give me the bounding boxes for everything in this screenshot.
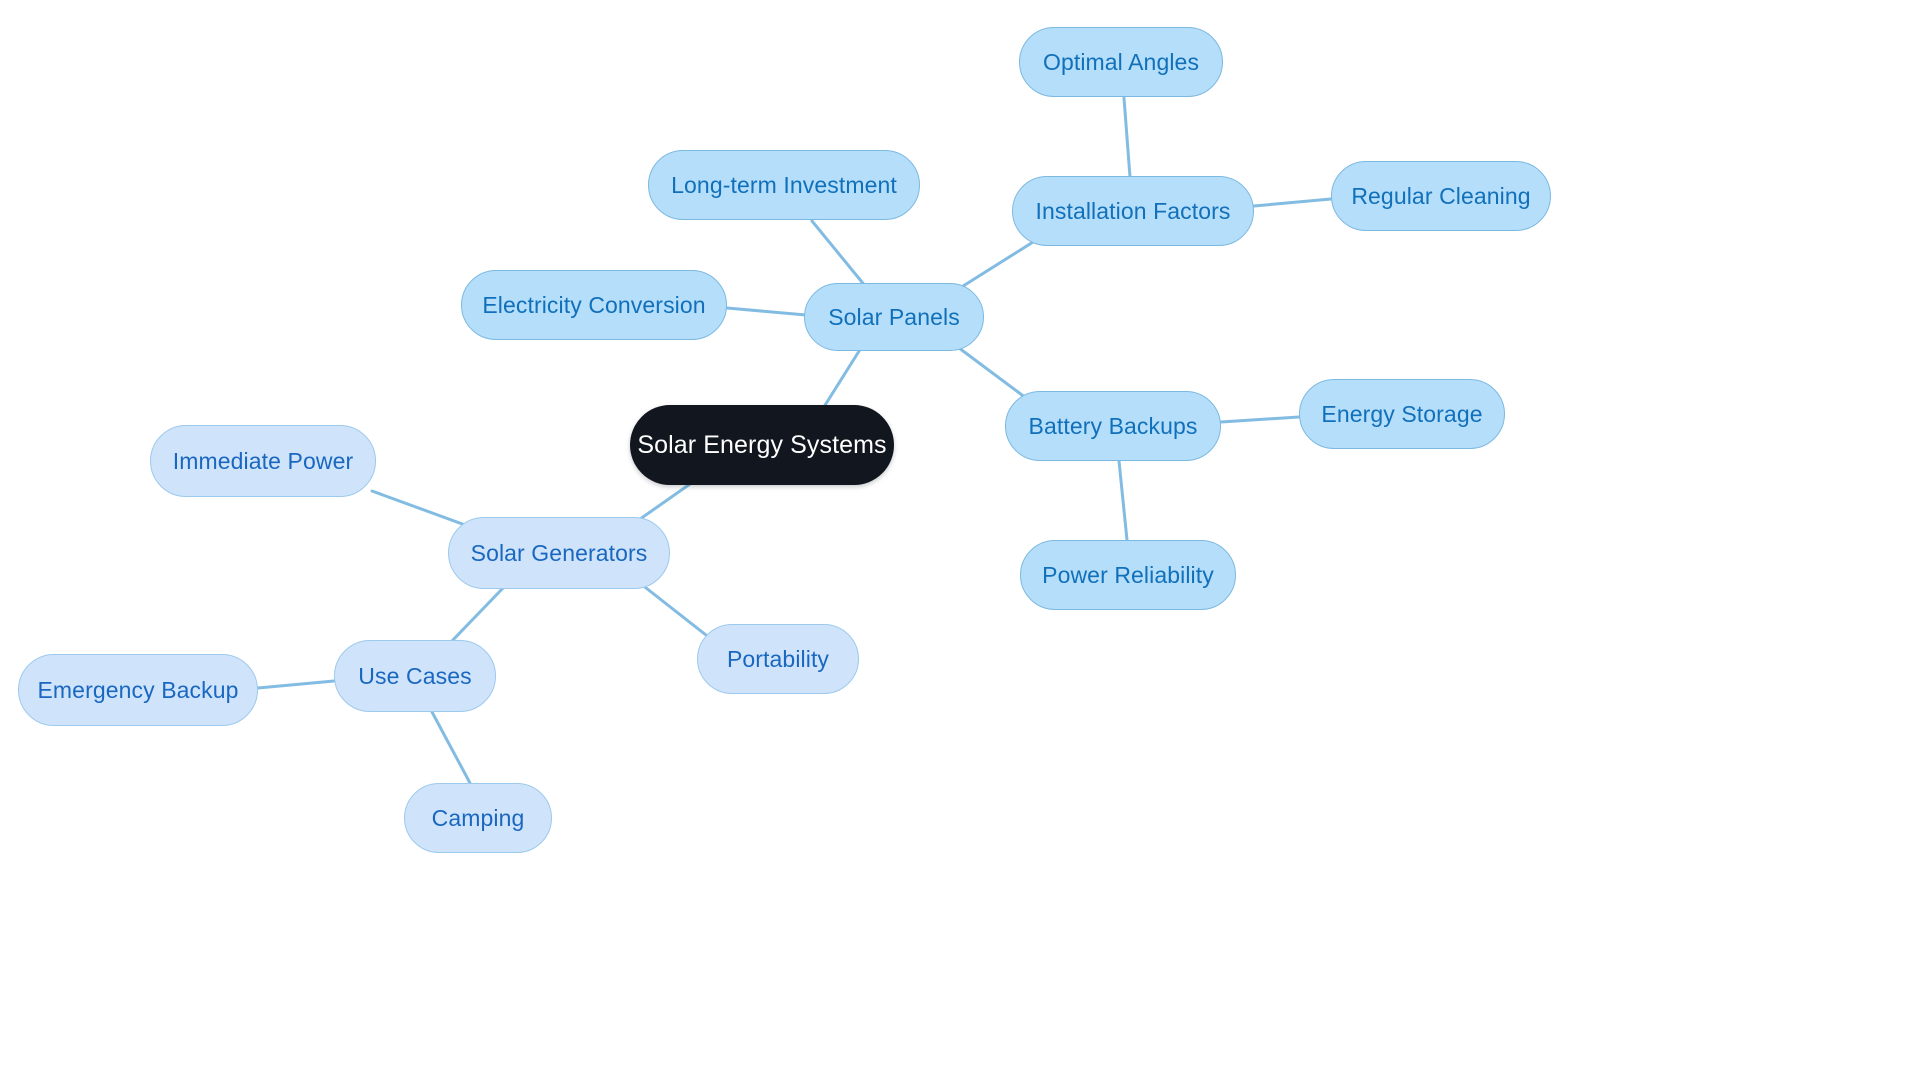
mindmap-node-storage[interactable]: Energy Storage [1299,379,1505,449]
mindmap-edge [725,306,808,317]
mindmap-edge [1117,459,1129,542]
mindmap-edge [1219,415,1301,424]
mindmap-edge [639,582,708,637]
mindmap-edge [256,679,336,690]
mindmap-node-immediate[interactable]: Immediate Power [150,425,376,497]
mindmap-edge [1252,197,1333,208]
mindmap-node-usecases[interactable]: Use Cases [334,640,496,712]
mindmap-edge [430,710,472,785]
mindmap-node-portability[interactable]: Portability [697,624,859,694]
mindmap-node-label: Camping [431,804,525,831]
mindmap-edge [810,219,868,289]
mindmap-edge [950,235,1043,295]
mindmap-edge [953,343,1028,400]
mindmap-node-label: Solar Panels [828,303,960,330]
mindmap-node-label: Optimal Angles [1042,48,1200,75]
mindmap-node-label: Battery Backups [1028,412,1198,439]
mindmap-edge [449,585,506,644]
mindmap-node-emergency[interactable]: Emergency Backup [18,654,258,726]
mindmap-node-cleaning[interactable]: Regular Cleaning [1331,161,1551,231]
mindmap-node-solar-panels[interactable]: Solar Panels [804,283,984,351]
mindmap-node-label: Electricity Conversion [482,291,706,318]
mindmap-node-label: Long-term Investment [671,171,897,198]
mindmap-node-label: Energy Storage [1321,400,1483,427]
mindmap-node-generators[interactable]: Solar Generators [448,517,670,589]
mindmap-node-label: Use Cases [358,662,472,689]
mindmap-node-label: Portability [726,645,830,672]
mindmap-node-angles[interactable]: Optimal Angles [1019,27,1223,97]
mindmap-edge [1122,96,1132,179]
mindmap-node-label: Power Reliability [1042,561,1214,588]
mindmap-node-reliability[interactable]: Power Reliability [1020,540,1236,610]
edge-layer [256,96,1333,785]
mindmap-canvas: Solar Energy Systems Solar Panels Electric… [0,0,1920,1083]
mindmap-node-camping[interactable]: Camping [404,783,552,853]
mindmap-node-battery[interactable]: Battery Backups [1005,391,1221,461]
mindmap-node-label: Emergency Backup [37,676,239,703]
mindmap-node-root[interactable]: Solar Energy Systems [630,405,894,485]
mindmap-node-label: Immediate Power [172,447,354,474]
mindmap-node-label: Installation Factors [1035,197,1231,224]
mindmap-node-label: Regular Cleaning [1351,182,1531,209]
mindmap-node-electricity[interactable]: Electricity Conversion [461,270,727,340]
mindmap-node-label: Solar Energy Systems [637,430,887,459]
mindmap-node-install[interactable]: Installation Factors [1012,176,1254,246]
mindmap-edge [820,346,863,412]
mindmap-node-longterm[interactable]: Long-term Investment [648,150,920,220]
mindmap-node-label: Solar Generators [470,539,648,566]
